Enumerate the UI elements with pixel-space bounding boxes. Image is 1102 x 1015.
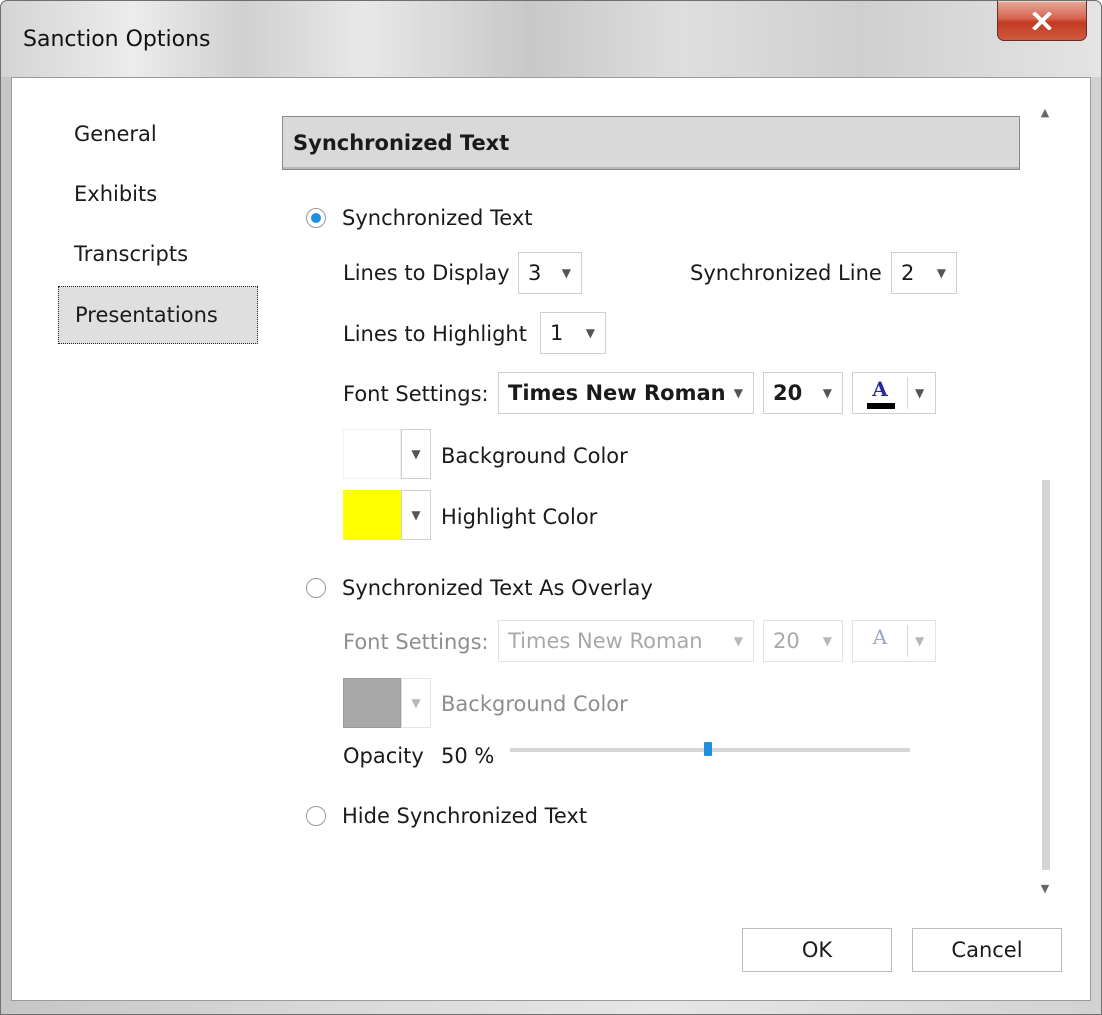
lines-to-highlight-value: 1 <box>550 321 564 345</box>
overlay-font-family-select[interactable]: Times New Roman ▼ <box>498 620 754 662</box>
font-color-separator <box>907 377 908 409</box>
background-color-label: Background Color <box>441 444 628 468</box>
sync-text-radio-label[interactable]: Synchronized Text <box>342 205 533 231</box>
scroll-up-icon[interactable]: ▲ <box>1038 106 1052 120</box>
synchronized-line-value: 2 <box>901 261 915 285</box>
overlay-font-settings-label: Font Settings: <box>343 630 489 654</box>
section-header: Synchronized Text <box>282 116 1020 170</box>
font-color-button[interactable]: A ▼ <box>852 372 936 414</box>
lines-to-highlight-select[interactable]: 1 ▼ <box>540 312 606 354</box>
nav-item-transcripts[interactable]: Transcripts <box>58 226 258 284</box>
nav-item-label: General <box>74 122 157 146</box>
hide-radio-label[interactable]: Hide Synchronized Text <box>342 803 587 829</box>
font-color-icon: A <box>872 625 888 649</box>
font-color-icon: A <box>872 377 888 401</box>
highlight-color-swatch[interactable] <box>343 490 401 540</box>
opacity-value: 50 % <box>441 744 495 768</box>
chevron-down-icon: ▼ <box>561 266 571 280</box>
font-size-value: 20 <box>773 381 803 405</box>
chevron-down-icon: ▼ <box>733 634 743 648</box>
opacity-label: Opacity <box>343 744 424 768</box>
overlay-radio-label[interactable]: Synchronized Text As Overlay <box>342 575 653 601</box>
chevron-down-icon: ▼ <box>822 386 832 400</box>
scrollbar-thumb[interactable] <box>1042 480 1050 870</box>
synchronized-line-select[interactable]: 2 ▼ <box>891 252 957 294</box>
overlay-radio[interactable] <box>306 578 326 598</box>
overlay-font-family-value: Times New Roman <box>508 629 703 653</box>
content-scrollbar[interactable]: ▲ ▼ <box>1030 106 1060 896</box>
nav-item-exhibits[interactable]: Exhibits <box>58 166 258 224</box>
font-color-separator <box>907 625 908 657</box>
highlight-color-dropdown[interactable]: ▼ <box>401 490 431 540</box>
cancel-button[interactable]: Cancel <box>912 928 1062 972</box>
close-button[interactable] <box>997 1 1087 41</box>
dialog-content: General Exhibits Transcripts Presentatio… <box>11 77 1091 1001</box>
chevron-down-icon: ▼ <box>822 634 832 648</box>
overlay-font-size-value: 20 <box>773 629 800 653</box>
overlay-font-color-button[interactable]: A ▼ <box>852 620 936 662</box>
font-size-select[interactable]: 20 ▼ <box>763 372 843 414</box>
nav-item-presentations[interactable]: Presentations <box>58 286 258 344</box>
hide-radio[interactable] <box>306 806 326 826</box>
dialog-window: Sanction Options General Exhibits Transc… <box>0 0 1102 1015</box>
overlay-font-size-select[interactable]: 20 ▼ <box>763 620 843 662</box>
background-color-dropdown[interactable]: ▼ <box>401 429 431 479</box>
nav-item-label: Transcripts <box>74 242 189 266</box>
sync-text-radio[interactable] <box>306 208 326 228</box>
font-family-value: Times New Roman <box>508 381 726 405</box>
title-bar[interactable]: Sanction Options <box>1 1 1101 77</box>
lines-to-display-value: 3 <box>528 261 542 285</box>
nav-item-general[interactable]: General <box>58 106 258 164</box>
chevron-down-icon: ▼ <box>733 386 743 400</box>
lines-to-display-select[interactable]: 3 ▼ <box>518 252 582 294</box>
overlay-background-color-swatch[interactable] <box>343 678 401 728</box>
window-title: Sanction Options <box>23 27 211 52</box>
font-settings-label: Font Settings: <box>343 382 489 406</box>
overlay-background-color-dropdown[interactable]: ▼ <box>401 678 431 728</box>
chevron-down-icon: ▼ <box>411 508 421 522</box>
font-color-bar <box>867 403 895 409</box>
scroll-down-icon[interactable]: ▼ <box>1038 882 1052 896</box>
font-family-select[interactable]: Times New Roman ▼ <box>498 372 754 414</box>
chevron-down-icon: ▼ <box>411 696 421 710</box>
chevron-down-icon: ▼ <box>936 266 946 280</box>
highlight-color-label: Highlight Color <box>441 505 598 529</box>
overlay-background-color-label: Background Color <box>441 692 628 716</box>
chevron-down-icon: ▼ <box>915 386 925 400</box>
close-icon <box>1032 11 1052 30</box>
lines-to-display-label: Lines to Display <box>343 261 510 285</box>
lines-to-highlight-label: Lines to Highlight <box>343 322 527 346</box>
synchronized-line-label: Synchronized Line <box>690 261 882 285</box>
opacity-slider-thumb[interactable] <box>704 742 712 756</box>
background-color-swatch[interactable] <box>343 429 401 479</box>
chevron-down-icon: ▼ <box>915 634 925 648</box>
chevron-down-icon: ▼ <box>585 326 595 340</box>
nav-item-label: Exhibits <box>74 182 158 206</box>
ok-button[interactable]: OK <box>742 928 892 972</box>
chevron-down-icon: ▼ <box>411 447 421 461</box>
nav-item-label: Presentations <box>75 303 218 327</box>
